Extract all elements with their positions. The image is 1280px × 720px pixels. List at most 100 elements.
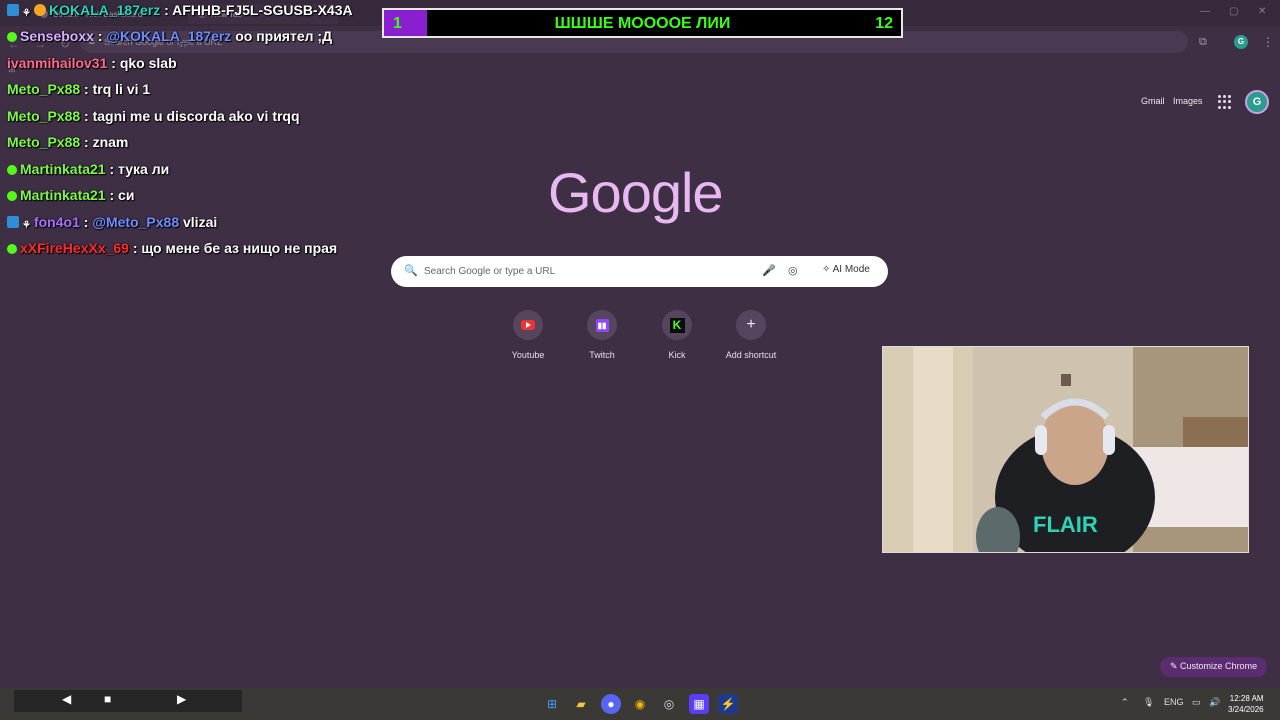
chat-message: ⚘ KOKALA_187erz : AFHHB-FJ5L-SGUSB-X43A	[7, 2, 353, 20]
microphone-icon[interactable]: 🎙	[1143, 697, 1154, 708]
chat-username: KOKALA_187erz	[48, 2, 161, 18]
goal-current: 1	[393, 15, 402, 32]
chat-text: : znam	[84, 134, 129, 150]
chat-message: xXFireHexXx_69 : що мене бе аз нищо не п…	[7, 240, 337, 256]
chat-mention: @Meto_Px88	[92, 214, 180, 230]
gmail-link[interactable]: Gmail	[1141, 96, 1165, 106]
chat-text: : си	[109, 187, 135, 203]
chat-username: Martinkata21	[20, 161, 106, 177]
chat-text-after: оо приятел ;Д	[235, 28, 333, 44]
google-apps-icon[interactable]	[1218, 95, 1232, 109]
chat-message: Meto_Px88 : tagni me u discorda ako vi t…	[7, 108, 300, 124]
shortcut-label: Kick	[668, 350, 686, 360]
chat-message: Martinkata21 : си	[7, 187, 134, 203]
screen: Stream - Kick Dashboard New Tab + — ▢ ✕ …	[0, 0, 1280, 720]
chat-message: Martinkata21 : тука ли	[7, 161, 169, 177]
chat-text-after: vlizai	[183, 214, 218, 230]
chat-text: :	[97, 28, 103, 44]
file-explorer-icon[interactable]: ▰	[571, 694, 591, 714]
language-indicator[interactable]: ENG	[1164, 697, 1184, 707]
goal-bar: ШШШЕ МООООЕ ЛИИ 1 12	[382, 8, 903, 38]
chat-text: : що мене бе аз нищо не прая	[132, 240, 338, 256]
previous-icon[interactable]: ◀	[62, 692, 71, 706]
next-icon[interactable]: ▶	[177, 692, 186, 706]
minimize-icon[interactable]: —	[1200, 6, 1210, 17]
sub-badge-icon	[7, 32, 17, 42]
chat-username: ivanmihailov31	[7, 55, 108, 71]
chat-username: xXFireHexXx_69	[20, 240, 129, 256]
app-grid-icon[interactable]: ▦	[689, 694, 709, 714]
taskbar-clock[interactable]: 12:28 AM 3/24/2026	[1228, 693, 1264, 715]
google-logo: Google	[548, 161, 724, 224]
start-windows-icon[interactable]: ⊞	[542, 694, 562, 714]
stop-icon[interactable]: ■	[104, 692, 111, 706]
prime-badge-icon	[7, 216, 19, 228]
volume-icon[interactable]: 🔊	[1209, 697, 1220, 708]
clock-date: 3/24/2026	[1228, 705, 1264, 714]
chat-username: Meto_Px88	[7, 108, 81, 124]
coin-badge-icon	[33, 4, 46, 16]
shortcut-label: Youtube	[511, 350, 545, 360]
prime-badge-icon	[7, 4, 19, 16]
chat-username: fon4o1	[33, 214, 80, 230]
extensions-icon[interactable]: ⧉	[1199, 36, 1207, 49]
kick-icon: K	[669, 317, 685, 333]
chat-username: Meto_Px88	[7, 134, 81, 150]
obs-icon[interactable]: ◎	[659, 694, 679, 714]
plus-icon: +	[746, 316, 756, 333]
star-badge-icon: ⚘	[22, 220, 31, 231]
customize-chrome-button[interactable]: ✎ Customize Chrome	[1160, 657, 1268, 677]
shortcut-label: Add shortcut	[725, 350, 777, 360]
search-input[interactable]	[424, 263, 744, 279]
webcam-image: FLAIR	[883, 347, 1248, 552]
chat-text: :	[83, 214, 89, 230]
clock-time: 12:28 AM	[1229, 694, 1264, 703]
goal-title: ШШШЕ МООООЕ ЛИИ	[554, 15, 731, 32]
shortcut-kick[interactable]: K Kick	[642, 310, 712, 360]
tray-chevron-icon[interactable]: ⌃	[1121, 697, 1129, 708]
chat-mention: @KOKALA_187erz	[106, 28, 232, 44]
twitch-icon: ▮▮	[595, 318, 609, 332]
svg-text:FLAIR: FLAIR	[1033, 512, 1098, 537]
sub-badge-icon	[7, 165, 17, 175]
profile-avatar-small[interactable]: G	[1234, 35, 1248, 49]
media-controls	[14, 690, 242, 712]
chat-message: Meto_Px88 : znam	[7, 134, 128, 150]
shortcut-label: Twitch	[589, 350, 615, 360]
chat-message: Meto_Px88 : trq li vi 1	[7, 81, 150, 97]
search-icon: 🔍	[404, 265, 418, 277]
ai-mode-button[interactable]: ✧ AI Mode	[815, 259, 877, 283]
shortcut-add[interactable]: + Add shortcut	[716, 310, 786, 360]
sub-badge-icon	[7, 244, 17, 254]
discord-icon[interactable]: ●	[601, 694, 621, 714]
close-icon[interactable]: ✕	[1258, 6, 1266, 17]
streamer-app-icon[interactable]: ⚡	[718, 694, 738, 714]
chat-username: Senseboxx	[20, 28, 94, 44]
chat-message: ⚘ fon4o1 : @Meto_Px88 vlizai	[7, 214, 217, 232]
chat-username: Meto_Px88	[7, 81, 81, 97]
youtube-icon	[521, 320, 535, 330]
chrome-icon[interactable]: ◉	[630, 694, 650, 714]
shortcut-youtube[interactable]: Youtube	[493, 310, 563, 360]
chat-username: Martinkata21	[20, 187, 106, 203]
chat-message: ivanmihailov31 : qko slab	[7, 55, 177, 71]
maximize-icon[interactable]: ▢	[1229, 6, 1238, 17]
chat-text: : tagni me u discorda ako vi trqq	[84, 108, 300, 124]
chrome-menu-icon[interactable]: ⋮	[1262, 35, 1274, 49]
shortcut-twitch[interactable]: ▮▮ Twitch	[567, 310, 637, 360]
chat-text: : trq li vi 1	[84, 81, 151, 97]
lens-icon[interactable]: ◎	[788, 264, 798, 277]
images-link[interactable]: Images	[1173, 96, 1203, 106]
ai-mode-label: AI Mode	[832, 264, 870, 275]
sub-badge-icon	[7, 191, 17, 201]
chat-text: : AFHHB-FJ5L-SGUSB-X43A	[164, 2, 353, 18]
goal-target: 12	[875, 15, 893, 32]
star-badge-icon: ⚘	[22, 8, 31, 19]
chat-text: : qko slab	[111, 55, 177, 71]
customize-label: Customize Chrome	[1180, 661, 1258, 671]
chat-text: : тука ли	[109, 161, 170, 177]
account-avatar[interactable]: G	[1245, 90, 1269, 114]
network-icon[interactable]: ▭	[1192, 697, 1201, 708]
webcam-feed: FLAIR	[882, 346, 1249, 553]
voice-search-icon[interactable]: 🎤	[762, 264, 776, 277]
